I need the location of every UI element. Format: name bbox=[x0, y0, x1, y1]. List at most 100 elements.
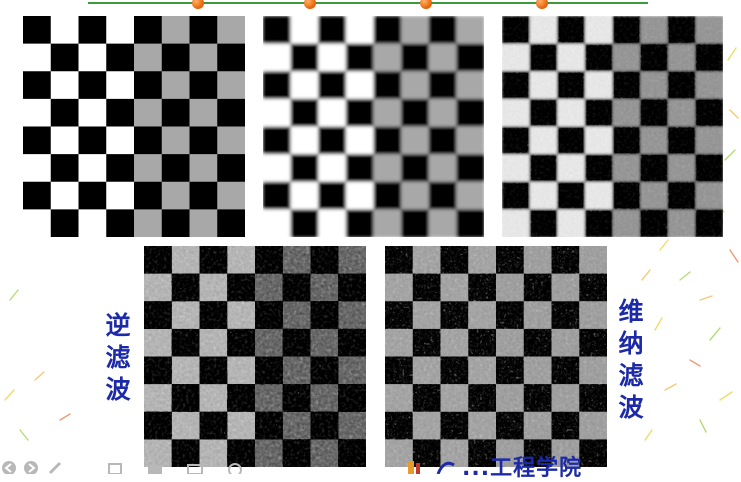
checker-square bbox=[579, 384, 607, 413]
checker-square bbox=[401, 98, 430, 128]
checker-square bbox=[227, 384, 256, 413]
checker-square bbox=[263, 154, 292, 183]
checker-square bbox=[428, 98, 457, 128]
pointer-icon[interactable] bbox=[106, 458, 124, 474]
checker-square bbox=[217, 181, 245, 210]
checker-square bbox=[695, 209, 723, 237]
checker-square bbox=[456, 181, 484, 210]
checker-square bbox=[502, 43, 531, 72]
checker-square bbox=[385, 328, 414, 358]
label-char: 逆 bbox=[105, 311, 131, 340]
checker-square bbox=[695, 154, 723, 183]
checker-square bbox=[529, 98, 558, 128]
checker-square bbox=[106, 126, 135, 155]
checker-square bbox=[557, 43, 586, 72]
checker-square bbox=[134, 181, 163, 210]
checker-square bbox=[523, 411, 553, 440]
checker-square bbox=[412, 411, 442, 440]
checker-square bbox=[310, 328, 339, 358]
checker-square bbox=[282, 411, 312, 440]
checker-square bbox=[338, 246, 366, 275]
checker-square bbox=[551, 301, 580, 330]
pen-icon[interactable] bbox=[46, 458, 64, 474]
checker-square bbox=[50, 43, 80, 72]
checker-square bbox=[584, 181, 614, 210]
checker-square bbox=[189, 43, 218, 72]
checker-square bbox=[468, 411, 497, 440]
checker-square bbox=[161, 98, 191, 128]
slide-nav-toolbar bbox=[0, 458, 260, 474]
checker-square bbox=[612, 209, 641, 237]
checker-square bbox=[318, 126, 347, 155]
checker-square bbox=[161, 16, 191, 45]
checker-square bbox=[502, 71, 531, 100]
checker-square bbox=[496, 411, 525, 440]
checker-square bbox=[496, 246, 525, 275]
checker-square bbox=[440, 411, 469, 440]
inverse-filter-label: 逆 滤 波 bbox=[101, 310, 135, 406]
checker-square bbox=[496, 273, 525, 302]
checker-square bbox=[428, 181, 457, 210]
divider-dot bbox=[304, 0, 316, 9]
checker-square bbox=[161, 71, 191, 100]
checker-square bbox=[579, 301, 607, 330]
checker-square bbox=[134, 126, 163, 155]
checker-square bbox=[263, 181, 292, 210]
checker-square bbox=[263, 98, 292, 128]
checker-square bbox=[189, 209, 218, 237]
label-char: 纳 bbox=[618, 329, 644, 358]
checkerboard-inverse-filter bbox=[144, 246, 366, 467]
checker-square bbox=[78, 16, 107, 45]
slide-menu-icon[interactable] bbox=[146, 458, 164, 474]
checker-square bbox=[551, 328, 580, 358]
checker-square bbox=[502, 154, 531, 183]
checker-square bbox=[385, 301, 414, 330]
checker-square bbox=[401, 43, 430, 72]
checker-square bbox=[23, 98, 52, 128]
checker-square bbox=[345, 98, 375, 128]
checker-square bbox=[640, 71, 669, 100]
checker-square bbox=[529, 126, 558, 155]
checker-square bbox=[557, 98, 586, 128]
checker-square bbox=[282, 273, 312, 302]
checker-square bbox=[345, 154, 375, 183]
checker-square bbox=[144, 328, 173, 358]
checker-square bbox=[640, 154, 669, 183]
checker-square bbox=[428, 154, 457, 183]
checker-square bbox=[667, 43, 696, 72]
checker-square bbox=[523, 246, 553, 275]
checker-square bbox=[557, 209, 586, 237]
checker-square bbox=[134, 71, 163, 100]
checkerboard-svg bbox=[385, 246, 607, 467]
checker-square bbox=[78, 154, 107, 183]
checker-square bbox=[440, 356, 469, 385]
checker-square bbox=[290, 154, 319, 183]
checker-square bbox=[318, 181, 347, 210]
checker-square bbox=[456, 126, 484, 155]
checker-square bbox=[401, 16, 430, 45]
notes-icon[interactable] bbox=[186, 458, 204, 474]
checker-square bbox=[496, 301, 525, 330]
checker-square bbox=[310, 384, 339, 413]
checker-square bbox=[551, 411, 580, 440]
checker-square bbox=[189, 126, 218, 155]
next-icon[interactable] bbox=[22, 458, 40, 474]
checker-square bbox=[199, 411, 228, 440]
checker-square bbox=[373, 98, 402, 128]
checker-square bbox=[373, 71, 402, 100]
checker-square bbox=[217, 98, 245, 128]
checker-square bbox=[529, 16, 558, 45]
checker-square bbox=[695, 71, 723, 100]
checker-square bbox=[338, 273, 366, 302]
checker-square bbox=[310, 439, 339, 467]
checker-square bbox=[171, 384, 201, 413]
checker-square bbox=[338, 328, 366, 358]
previous-icon[interactable] bbox=[0, 458, 18, 474]
checker-square bbox=[144, 273, 173, 302]
checker-square bbox=[640, 16, 669, 45]
checker-square bbox=[428, 71, 457, 100]
checkerboard-original bbox=[23, 16, 245, 237]
checker-square bbox=[529, 181, 558, 210]
zoom-icon[interactable] bbox=[226, 458, 244, 474]
checker-square bbox=[189, 16, 218, 45]
